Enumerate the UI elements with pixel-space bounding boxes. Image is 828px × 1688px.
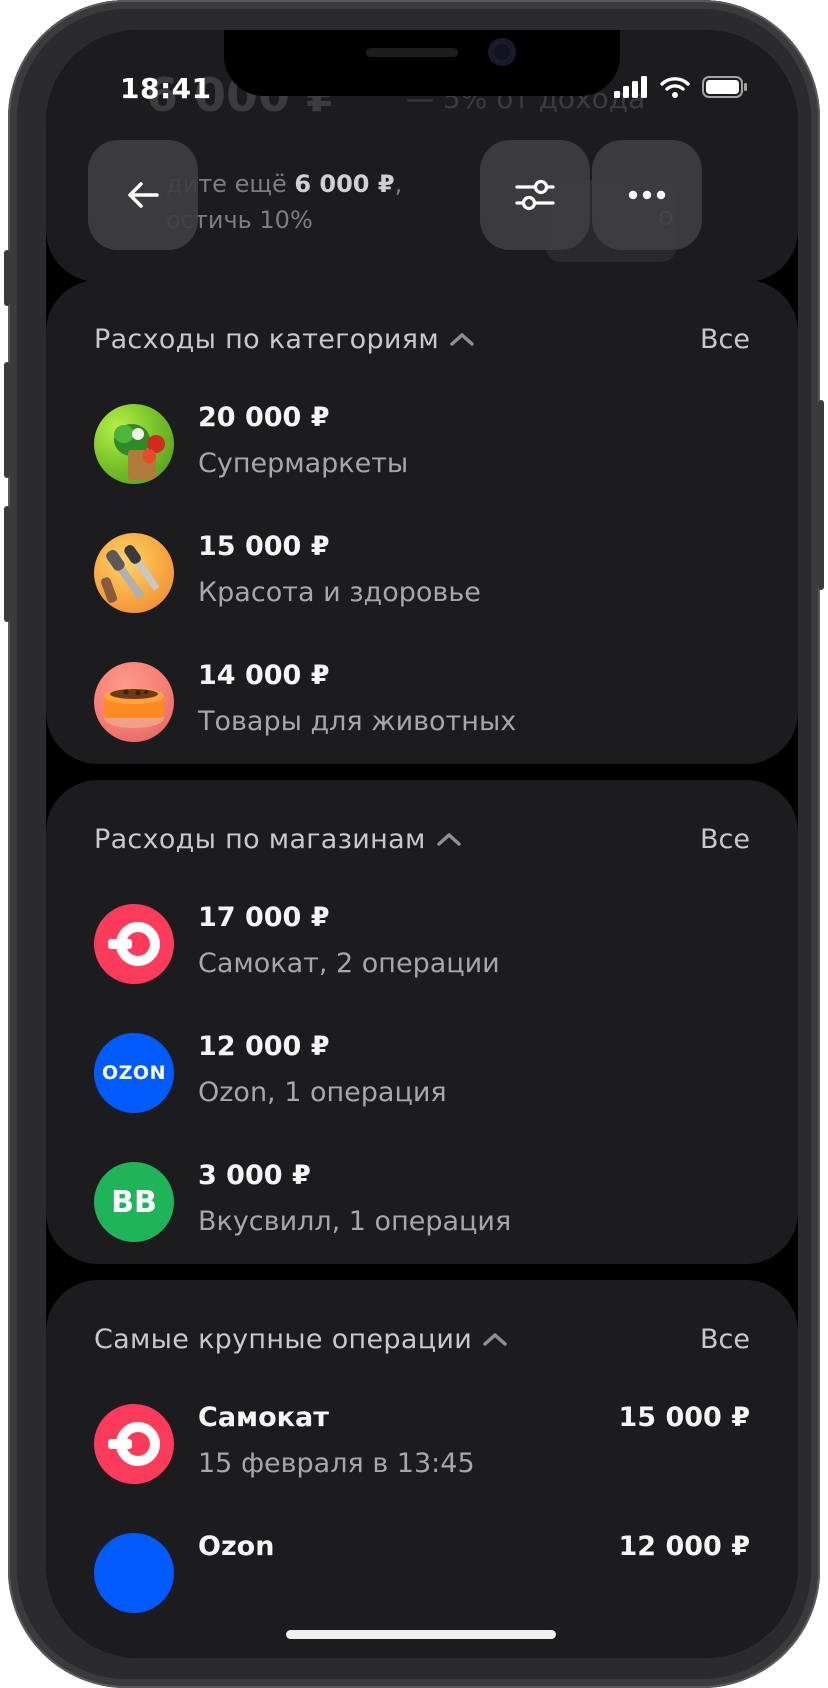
app-content: 6 000 ₽ — 5% от дохода дите ещё 6 000 ₽,… [46,30,798,1658]
ozon-logo-icon [94,1533,174,1613]
categories-all-link[interactable]: Все [700,324,750,355]
hint-amount: 6 000 ₽ [294,170,395,198]
stores-header[interactable]: Расходы по магазинам Все [94,820,750,858]
category-row[interactable]: 14 000 ₽ Товары для животных [94,660,750,742]
makeup-brushes-icon [94,533,174,613]
battery-icon [702,76,747,98]
power-button [818,400,824,590]
pet-bowl-icon [94,662,174,742]
front-camera [488,38,516,66]
largest-all-link[interactable]: Все [700,1324,750,1355]
more-dots-icon [628,190,666,200]
operation-row[interactable]: Ozon 12 000 ₽ [94,1531,750,1613]
screen: 6 000 ₽ — 5% от дохода дите ещё 6 000 ₽,… [46,30,798,1658]
cellular-signal-icon [614,76,647,98]
operation-merchant: Ozon [198,1531,275,1562]
store-amount: 3 000 ₽ [198,1160,311,1191]
samokat-logo-icon [94,1404,174,1484]
volume-up-button [4,362,10,478]
status-icons [614,76,748,98]
mute-switch [4,250,10,306]
category-amount: 15 000 ₽ [198,531,330,562]
vkusvill-logo-icon: BB [94,1162,174,1242]
operation-amount: 12 000 ₽ [618,1531,750,1562]
groceries-icon [94,404,174,484]
category-amount: 14 000 ₽ [198,660,330,691]
category-name: Красота и здоровье [198,577,481,608]
arrow-left-icon [128,182,159,208]
sliders-icon [515,179,555,211]
store-amount: 12 000 ₽ [198,1031,330,1062]
hint-suffix: , [394,170,403,198]
vkusvill-logo-text: BB [111,1184,157,1220]
store-name: Самокат, 2 операции [198,948,500,979]
samokat-logo-icon [94,904,174,984]
operation-amount: 15 000 ₽ [618,1402,750,1433]
ozon-logo-text: OZON [102,1062,166,1084]
chevron-up-icon[interactable] [449,331,475,347]
store-amount: 17 000 ₽ [198,902,330,933]
stores-title: Расходы по магазинам [94,823,426,855]
ozon-logo-icon: OZON [94,1033,174,1113]
stores-all-link[interactable]: Все [700,824,750,855]
store-name: Вкусвилл, 1 операция [198,1206,512,1237]
categories-card: Расходы по категориям Все 20 000 ₽ Супер… [46,280,798,764]
store-name: Ozon, 1 операция [198,1077,447,1108]
stores-card: Расходы по магазинам Все 17 000 ₽ Самока… [46,780,798,1264]
chevron-up-icon[interactable] [436,831,462,847]
category-amount: 20 000 ₽ [198,402,330,433]
categories-title: Расходы по категориям [94,323,439,355]
category-name: Супермаркеты [198,448,409,479]
operation-row[interactable]: Самокат 15 февраля в 13:45 15 000 ₽ [94,1402,750,1484]
categories-header[interactable]: Расходы по категориям Все [94,320,750,358]
home-indicator[interactable] [286,1630,556,1639]
more-button[interactable] [592,140,702,250]
store-row[interactable]: 17 000 ₽ Самокат, 2 операции [94,902,750,984]
category-row[interactable]: 20 000 ₽ Супермаркеты [94,402,750,484]
store-row[interactable]: OZON 12 000 ₽ Ozon, 1 операция [94,1031,750,1113]
store-row[interactable]: BB 3 000 ₽ Вкусвилл, 1 операция [94,1160,750,1242]
status-time: 18:41 [120,72,212,105]
volume-down-button [4,506,10,622]
operation-date: 15 февраля в 13:45 [198,1448,475,1479]
back-button[interactable] [88,140,198,250]
largest-operations-card: Самые крупные операции Все Самокат 15 фе… [46,1280,798,1658]
filter-button[interactable] [480,140,590,250]
phone-frame: 6 000 ₽ — 5% от дохода дите ещё 6 000 ₽,… [4,0,824,1688]
wifi-icon [660,77,690,98]
largest-header[interactable]: Самые крупные операции Все [94,1320,750,1358]
operation-merchant: Самокат [198,1402,329,1433]
chevron-up-icon[interactable] [482,1331,508,1347]
largest-title: Самые крупные операции [94,1323,473,1355]
header-hint: дите ещё 6 000 ₽, остичь 10% [166,166,402,238]
speaker-grille [366,48,458,57]
category-row[interactable]: 15 000 ₽ Красота и здоровье [94,531,750,613]
category-name: Товары для животных [198,706,517,737]
notch [224,30,620,96]
